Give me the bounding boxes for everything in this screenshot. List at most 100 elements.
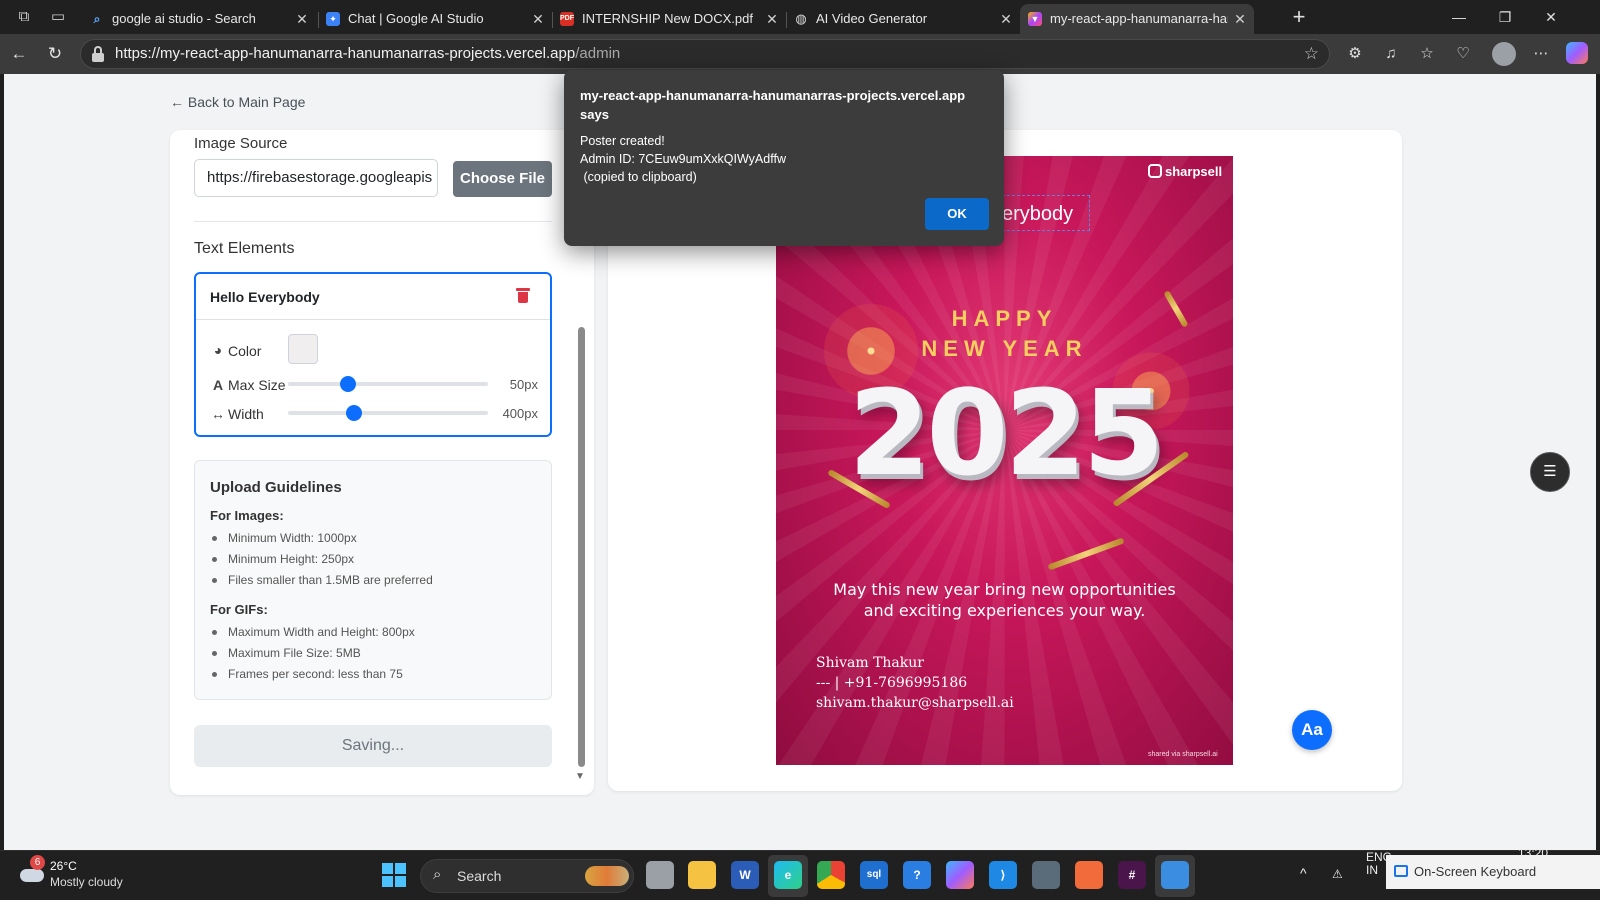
extensions-icon[interactable]: ⚙ [1342,42,1368,66]
alert-title: my-react-app-hanumanarra-hanumanarras-pr… [580,88,966,122]
tab-video-generator[interactable]: ◍ AI Video Generator ✕ [786,4,1020,34]
slider-thumb[interactable] [340,376,356,392]
split-screen-icon[interactable]: ♫ [1378,42,1404,66]
editor-panel: Image Source https://firebasestorage.goo… [170,130,594,795]
browser-essentials-icon[interactable]: ♡ [1450,42,1476,66]
text-elements-title: Text Elements [194,240,295,257]
lock-icon [91,46,105,62]
delete-trash-icon[interactable] [516,288,530,304]
favorites-icon[interactable]: ☆ [1414,42,1440,66]
close-tab-icon[interactable]: ✕ [764,4,780,34]
back-to-main-link[interactable]: ← Back to Main Page [170,94,305,110]
close-tab-icon[interactable]: ✕ [530,4,546,34]
temperature[interactable]: 26°C [50,859,77,873]
close-tab-icon[interactable]: ✕ [1232,4,1248,34]
vscode-icon[interactable]: ⟩ [989,861,1017,889]
font-size-icon: A [212,377,224,393]
restore-button[interactable]: ❐ [1482,0,1528,34]
divider [194,221,552,222]
poster-preview: sharpsell erybody HAPPY NEW YEAR 2025 Ma… [776,156,1233,765]
shared-via-text: shared via sharpsell.ai [1148,751,1218,758]
refresh-icon[interactable]: ↻ [42,42,68,66]
workspaces-icon[interactable]: ⧉ [12,6,36,28]
slider-thumb[interactable] [346,405,362,421]
word-icon[interactable]: W [731,861,759,889]
tab-search[interactable]: ⌕ google ai studio - Search ✕ [82,4,316,34]
new-tab-button[interactable]: + [1286,4,1312,30]
sidebar-tool-icon[interactable]: ☰ [1530,452,1570,492]
max-size-slider[interactable] [288,376,488,392]
edge-icon[interactable]: e [774,861,802,889]
width-label: Width [228,406,264,422]
ok-button[interactable]: OK [925,198,989,230]
scrollbar[interactable] [578,327,585,767]
guidelines-title: Upload Guidelines [210,479,342,496]
more-menu-icon[interactable]: ⋯ [1528,42,1554,66]
alert-message: Poster created! Admin ID: 7CEuw9umXxkQIW… [580,134,786,184]
poster-happy: HAPPY [951,306,1058,331]
gifs-list: Maximum Width and Height: 800px Maximum … [212,622,415,685]
copilot-app-icon[interactable] [946,861,974,889]
saving-button[interactable]: Saving... [194,725,552,767]
language-region[interactable]: IN [1366,863,1378,877]
copilot-icon[interactable] [1566,42,1588,64]
contact-phone: --- | +91-7696995186 [816,675,968,691]
mysql-workbench-icon[interactable]: sql [860,861,888,889]
width-arrows-icon: ↔ [211,406,225,422]
help-icon[interactable]: ? [903,861,931,889]
photos-icon[interactable] [1161,861,1189,889]
tab-react-app[interactable]: ▼ my-react-app-hanumanarra-hanu ✕ [1020,4,1254,34]
globe-icon: ◍ [795,11,807,26]
text-overlay[interactable]: erybody [1002,203,1073,226]
favorite-star-icon[interactable]: ☆ [1304,40,1319,68]
list-item: Minimum Width: 1000px [212,528,433,549]
close-tab-icon[interactable]: ✕ [998,4,1014,34]
pdf-icon: PDF [560,12,574,26]
gifs-heading: For GIFs: [210,602,268,617]
task-view-icon[interactable] [646,861,674,889]
font-button[interactable]: Aa [1292,710,1332,750]
file-explorer-icon[interactable] [688,861,716,889]
palette-icon: ◕ [213,342,223,358]
profile-avatar[interactable] [1492,42,1516,66]
taskbar-search[interactable]: ⌕ Search [420,859,634,893]
chrome-icon[interactable] [817,861,845,889]
image-source-label: Image Source [194,135,288,152]
on-screen-keyboard-tooltip: On-Screen Keyboard [1386,855,1600,889]
url-text: https://my-react-app-hanumanarra-hanuman… [115,45,621,62]
text-element-name: Hello Everybody [210,289,320,305]
text-element-header: Hello Everybody [196,274,550,320]
network-icon[interactable]: ⚠ [1332,867,1343,881]
address-bar[interactable]: https://my-react-app-hanumanarra-hanuman… [80,39,1330,69]
width-value: 400px [502,406,538,421]
sharpsell-logo: sharpsell [1148,164,1222,179]
color-swatch[interactable] [288,334,318,364]
tray-chevron-icon[interactable]: ^ [1300,865,1307,881]
alert-dialog: my-react-app-hanumanarra-hanumanarras-pr… [564,70,1004,246]
image-source-input[interactable]: https://firebasestorage.googleapis [194,159,438,197]
tab-strip: ⧉ ▭ ⌕ google ai studio - Search ✕ ✦ Chat… [0,0,1600,34]
terminal-icon[interactable] [1032,861,1060,889]
windows-start-icon[interactable] [382,863,406,887]
browser-toolbar: ← ↻ https://my-react-app-hanumanarra-han… [0,34,1600,74]
vercel-icon: ▼ [1028,12,1042,26]
weather-badge: 6 [30,855,45,870]
scroll-down-arrow-icon[interactable]: ▼ [575,771,585,782]
postman-icon[interactable] [1075,861,1103,889]
close-tab-icon[interactable]: ✕ [294,4,310,34]
weather-condition[interactable]: Mostly cloudy [50,875,123,889]
tab-pdf[interactable]: PDF INTERNSHIP New DOCX.pdf ✕ [552,4,786,34]
minimize-button[interactable]: — [1436,0,1482,34]
tab-actions-icon[interactable]: ▭ [46,6,70,28]
text-element-card[interactable]: Hello Everybody ◕ Color A Max Size 50px … [194,272,552,437]
list-item: Frames per second: less than 75 [212,664,415,685]
slack-icon[interactable]: # [1118,861,1146,889]
poster-new-year: NEW YEAR [921,336,1088,361]
choose-file-button[interactable]: Choose File [453,161,552,197]
list-item: Maximum Width and Height: 800px [212,622,415,643]
back-arrow-icon[interactable]: ← [6,42,32,66]
close-window-button[interactable]: ✕ [1528,0,1574,34]
tab-ai-studio[interactable]: ✦ Chat | Google AI Studio ✕ [318,4,552,34]
width-slider[interactable] [288,405,488,421]
list-item: Maximum File Size: 5MB [212,643,415,664]
